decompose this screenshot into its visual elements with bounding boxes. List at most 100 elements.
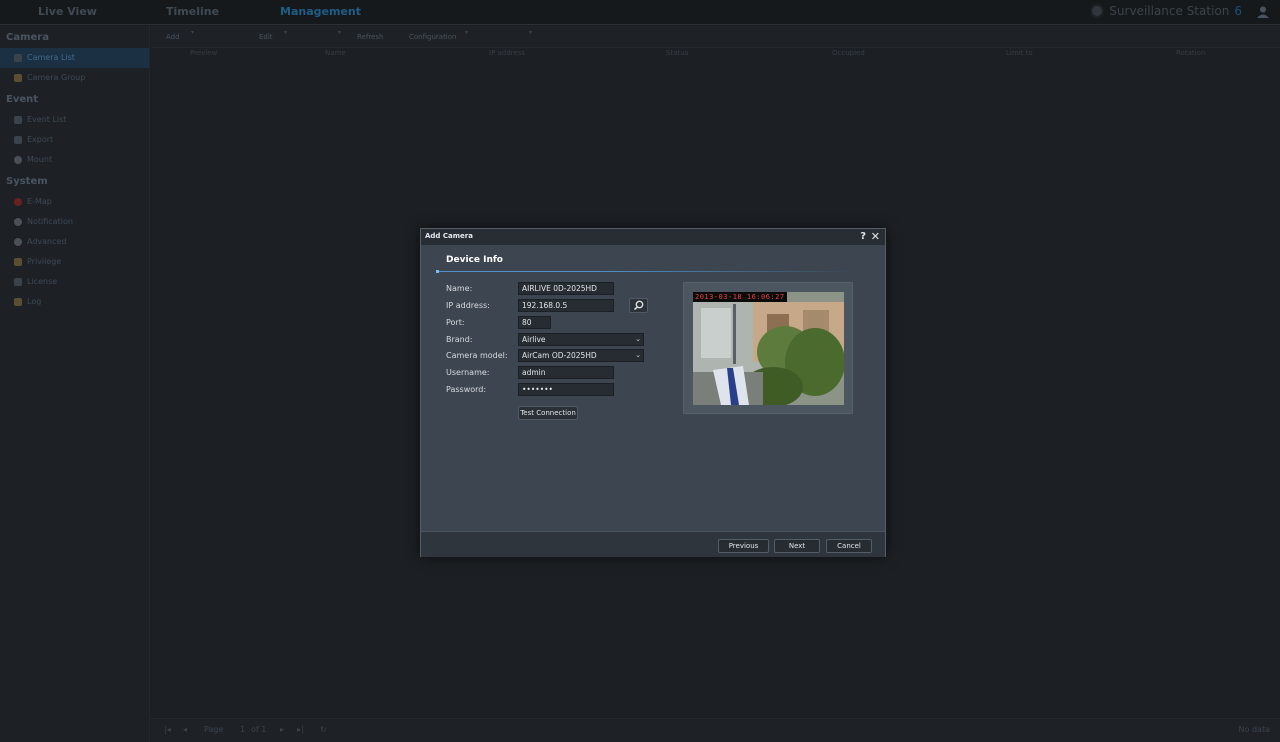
column-status[interactable]: Status bbox=[666, 49, 688, 57]
ip-input[interactable]: 192.168.0.5 bbox=[518, 299, 614, 312]
folder-icon bbox=[14, 74, 22, 82]
sidebar-item-license[interactable]: License bbox=[0, 272, 149, 292]
configuration-button[interactable]: Configuration bbox=[404, 29, 461, 45]
test-connection-button[interactable]: Test Connection bbox=[518, 406, 578, 420]
model-label: Camera model: bbox=[446, 351, 508, 360]
next-page-icon[interactable]: ▸ bbox=[280, 725, 284, 734]
dialog-body: Device Info Name: AIRLIVE 0D-2025HD IP a… bbox=[421, 245, 885, 531]
sidebar-item-label: License bbox=[27, 277, 58, 286]
extra-button bbox=[477, 29, 527, 45]
key-icon bbox=[14, 278, 22, 286]
port-label: Port: bbox=[446, 318, 465, 327]
add-button[interactable]: Add bbox=[161, 29, 185, 45]
top-bar: Live View Timeline Management Surveillan… bbox=[0, 0, 1280, 25]
column-occupied[interactable]: Occupied bbox=[832, 49, 865, 57]
prev-page-icon[interactable]: ◂ bbox=[183, 725, 187, 734]
sidebar-item-privilege[interactable]: Privilege bbox=[0, 252, 149, 272]
column-rotation[interactable]: Rotation bbox=[1176, 49, 1205, 57]
page-total: of 1 bbox=[251, 725, 267, 734]
chevron-down-icon[interactable]: ▾ bbox=[529, 29, 532, 36]
tab-underline bbox=[437, 271, 857, 272]
help-icon[interactable]: ? bbox=[860, 230, 866, 243]
camera-snapshot bbox=[693, 292, 844, 405]
sidebar-item-label: Advanced bbox=[27, 237, 67, 246]
log-icon bbox=[14, 298, 22, 306]
column-ip[interactable]: IP address bbox=[489, 49, 525, 57]
sidebar-item-label: Mount bbox=[27, 155, 53, 164]
name-input[interactable]: AIRLIVE 0D-2025HD bbox=[518, 282, 614, 295]
brand-select[interactable]: Airlive ⌄ bbox=[518, 333, 644, 346]
sidebar-item-advanced[interactable]: Advanced bbox=[0, 232, 149, 252]
page-label: Page bbox=[204, 725, 224, 734]
user-icon[interactable] bbox=[1256, 5, 1270, 19]
edit-button[interactable]: Edit bbox=[254, 29, 278, 45]
sidebar-item-camera-list[interactable]: Camera List bbox=[0, 48, 149, 68]
username-label: Username: bbox=[446, 368, 490, 377]
gear-icon bbox=[14, 238, 22, 246]
pager-status: No data bbox=[1238, 725, 1270, 734]
username-input[interactable]: admin bbox=[518, 366, 614, 379]
tab-management[interactable]: Management bbox=[280, 0, 361, 25]
sidebar-item-label: Privilege bbox=[27, 257, 62, 266]
dialog-footer: Previous Next Cancel bbox=[421, 531, 885, 557]
chevron-down-icon[interactable]: ▾ bbox=[465, 29, 468, 36]
brand-version: 6 bbox=[1234, 4, 1242, 18]
camera-preview-image: 2013-03-18 16:06:27 bbox=[693, 292, 844, 405]
tab-device-info[interactable]: Device Info bbox=[446, 255, 503, 265]
sidebar-item-event-list[interactable]: Event List bbox=[0, 110, 149, 130]
map-pin-icon bbox=[14, 198, 22, 206]
pager: |◂ ◂ Page 1 of 1 ▸ ▸| ↻ No data bbox=[151, 718, 1280, 742]
camera-icon bbox=[14, 54, 22, 62]
password-input[interactable]: ••••••• bbox=[518, 383, 614, 396]
list-icon bbox=[14, 116, 22, 124]
password-label: Password: bbox=[446, 385, 487, 394]
search-icon bbox=[633, 300, 644, 311]
sidebar-item-label: Log bbox=[27, 297, 42, 306]
delete-button bbox=[203, 29, 239, 45]
sidebar-item-notification[interactable]: Notification bbox=[0, 212, 149, 232]
tab-timeline[interactable]: Timeline bbox=[166, 0, 219, 25]
sidebar-item-label: Camera Group bbox=[27, 73, 86, 82]
previous-button[interactable]: Previous bbox=[718, 539, 769, 553]
camera-preview-frame: 2013-03-18 16:06:27 bbox=[683, 282, 853, 414]
page-input[interactable]: 1 bbox=[240, 725, 245, 734]
sidebar-item-log[interactable]: Log bbox=[0, 292, 149, 312]
model-select[interactable]: AirCam OD-2025HD ⌄ bbox=[518, 349, 644, 362]
column-preview[interactable]: Preview bbox=[190, 49, 217, 57]
refresh-button[interactable]: Refresh bbox=[352, 29, 388, 45]
column-limit[interactable]: Limit to bbox=[1006, 49, 1033, 57]
ip-label: IP address: bbox=[446, 301, 490, 310]
refresh-icon[interactable]: ↻ bbox=[320, 725, 327, 734]
surveillance-logo-icon bbox=[1090, 4, 1105, 18]
port-input[interactable]: 80 bbox=[518, 316, 551, 329]
tab-live-view[interactable]: Live View bbox=[38, 0, 97, 25]
close-icon[interactable]: ✕ bbox=[871, 229, 880, 244]
next-button[interactable]: Next bbox=[774, 539, 820, 553]
sidebar-item-label: E-Map bbox=[27, 197, 52, 206]
search-button[interactable] bbox=[629, 298, 648, 313]
brand-label: Brand: bbox=[446, 335, 473, 344]
toolbar: Add ▾ Edit ▾ ▾ Refresh Configuration ▾ ▾ bbox=[151, 26, 1280, 48]
notification-icon bbox=[14, 218, 22, 226]
table-header: Preview Name IP address Status Occupied … bbox=[151, 48, 1280, 60]
brand-logo: Surveillance Station 6 bbox=[1090, 4, 1242, 18]
chevron-down-icon[interactable]: ▾ bbox=[191, 29, 194, 36]
sidebar-item-label: Notification bbox=[27, 217, 73, 226]
sidebar-section-system: System bbox=[6, 176, 48, 187]
sidebar-item-emap[interactable]: E-Map bbox=[0, 192, 149, 212]
brand-name: Surveillance Station bbox=[1109, 4, 1230, 18]
sidebar-section-event: Event bbox=[6, 94, 39, 105]
column-name[interactable]: Name bbox=[325, 49, 346, 57]
last-page-icon[interactable]: ▸| bbox=[297, 725, 304, 734]
sidebar-item-mount[interactable]: Mount bbox=[0, 150, 149, 170]
chevron-down-icon[interactable]: ▾ bbox=[284, 29, 287, 36]
cancel-button[interactable]: Cancel bbox=[826, 539, 872, 553]
brand-select-value: Airlive bbox=[522, 335, 546, 344]
sidebar-item-camera-group[interactable]: Camera Group bbox=[0, 68, 149, 88]
name-label: Name: bbox=[446, 284, 473, 293]
sidebar-item-export[interactable]: Export bbox=[0, 130, 149, 150]
add-camera-dialog: Add Camera ? ✕ Device Info Name: AIRLIVE… bbox=[420, 228, 886, 557]
first-page-icon[interactable]: |◂ bbox=[164, 725, 171, 734]
chevron-down-icon[interactable]: ▾ bbox=[338, 29, 341, 36]
mount-icon bbox=[14, 156, 22, 164]
